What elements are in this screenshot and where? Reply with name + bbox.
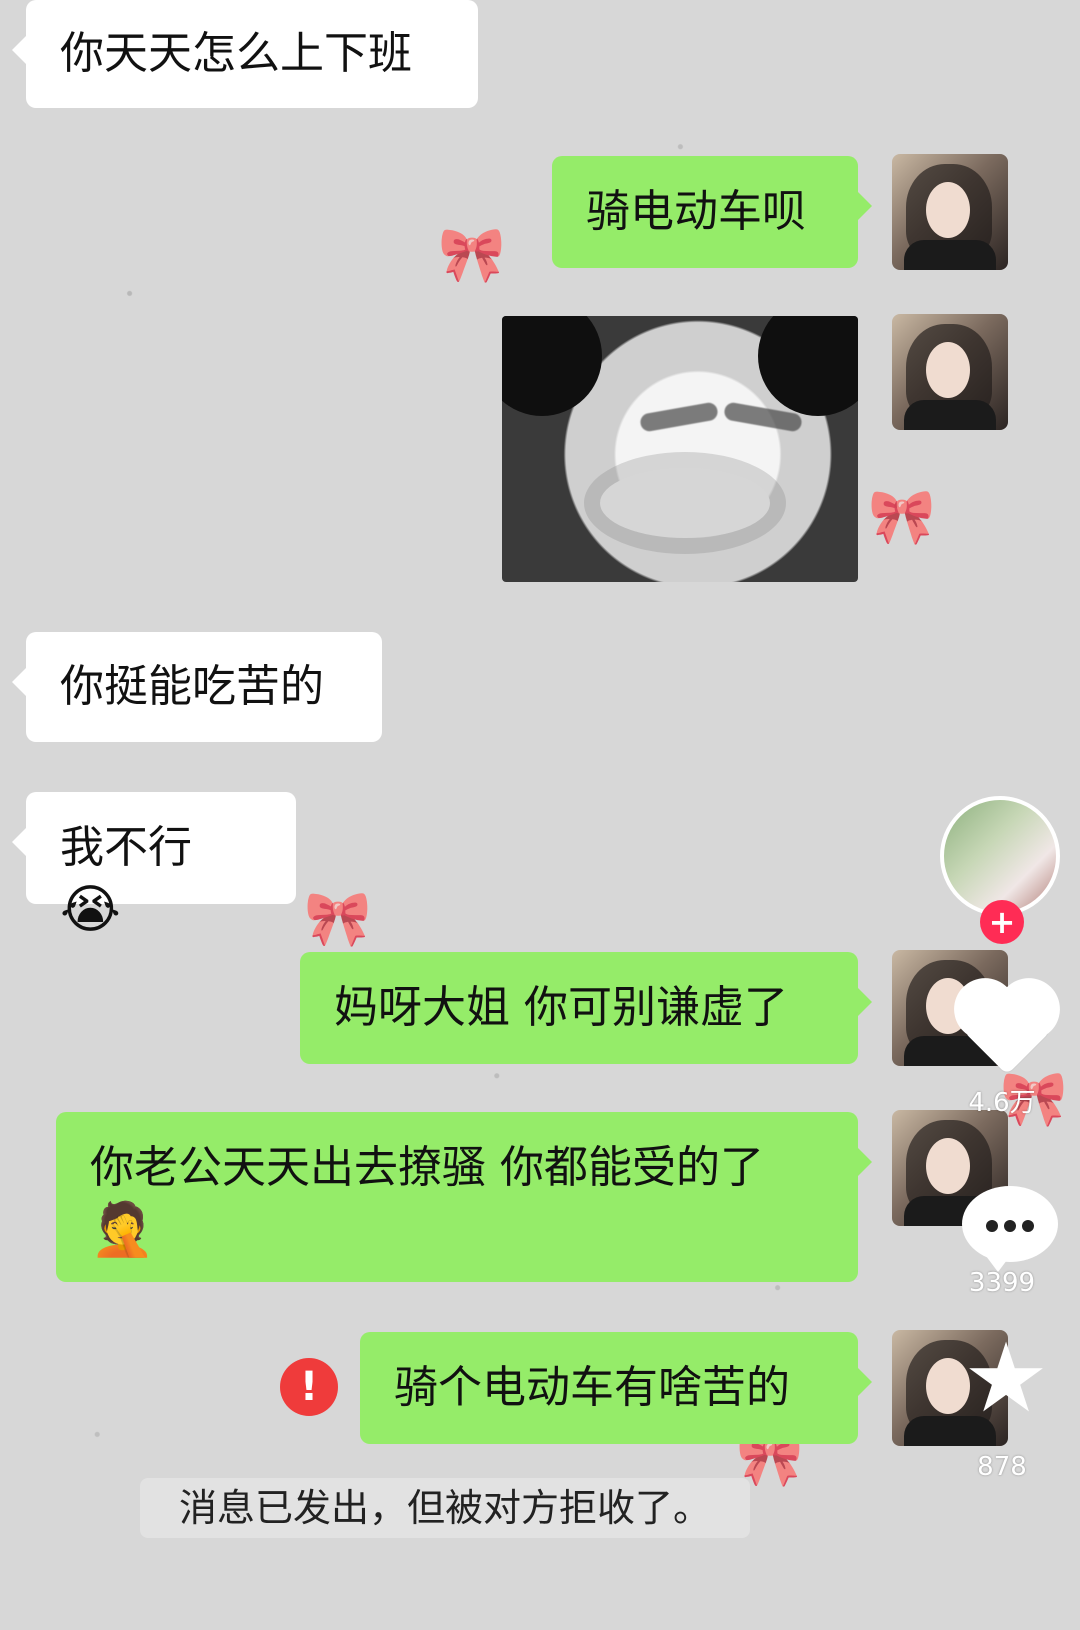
sticker-left-eye (639, 401, 719, 433)
left-message-bubble: 你天天怎么上下班 (12, 0, 478, 108)
sticker-mouth (600, 468, 770, 538)
message-text: 骑电动车呗 (586, 186, 806, 237)
facepalm-emoji: 🤦 (90, 1200, 155, 1260)
star-icon[interactable]: ★ (958, 1330, 1054, 1426)
avatar-shirt (904, 240, 996, 270)
creator-avatar[interactable] (940, 796, 1060, 916)
avatar-face (926, 182, 970, 238)
comment-icon[interactable] (962, 1186, 1058, 1272)
bow-icon: 🎀 (868, 485, 936, 548)
plus-icon[interactable]: + (980, 900, 1024, 944)
video-side-panel: + 4.6万 3399 ★ 878 (940, 796, 1064, 1626)
avatar-shirt (904, 400, 996, 430)
bow-icon: 🎀 (438, 223, 506, 286)
message-text: 你老公天天出去撩骚 你都能受的了 (90, 1142, 764, 1193)
message-text: 骑个电动车有啥苦的 (394, 1362, 790, 1413)
image-sticker[interactable] (502, 316, 858, 582)
comment-dot (1022, 1220, 1034, 1232)
message-text: 我不行 (60, 822, 192, 873)
comments-count: 3399 (968, 1268, 1036, 1298)
right-message-bubble: 骑电动车呗 (552, 156, 872, 268)
right-message-bubble: 你老公天天出去撩骚 你都能受的了 🤦 (56, 1112, 872, 1282)
crying-emoji: 😭 (60, 880, 121, 940)
left-message-bubble: 我不行 😭 (12, 792, 296, 940)
heart-icon[interactable] (963, 987, 1051, 1075)
comment-dot (1004, 1220, 1016, 1232)
user-avatar[interactable] (892, 154, 1008, 270)
message-text: 妈呀大姐 你可别谦虚了 (334, 982, 788, 1033)
likes-count: 4.6万 (968, 1088, 1036, 1118)
sticker-right-ear (758, 316, 858, 416)
right-message-bubble: 骑个电动车有啥苦的 (360, 1332, 872, 1444)
avatar-face (926, 342, 970, 398)
sticker-left-ear (502, 316, 602, 416)
left-message-bubble: 你挺能吃苦的 (12, 632, 382, 742)
send-error-icon[interactable]: ! (280, 1358, 338, 1416)
right-message-bubble: 妈呀大姐 你可别谦虚了 (300, 952, 872, 1064)
message-text: 你挺能吃苦的 (60, 661, 324, 712)
rejected-message-notice: 消息已发出，但被对方拒收了。 (140, 1478, 750, 1538)
comment-dot (986, 1220, 998, 1232)
favorites-count: 878 (977, 1452, 1027, 1482)
bow-icon: 🎀 (304, 887, 372, 950)
user-avatar[interactable] (892, 314, 1008, 430)
message-text: 你天天怎么上下班 (60, 28, 412, 79)
